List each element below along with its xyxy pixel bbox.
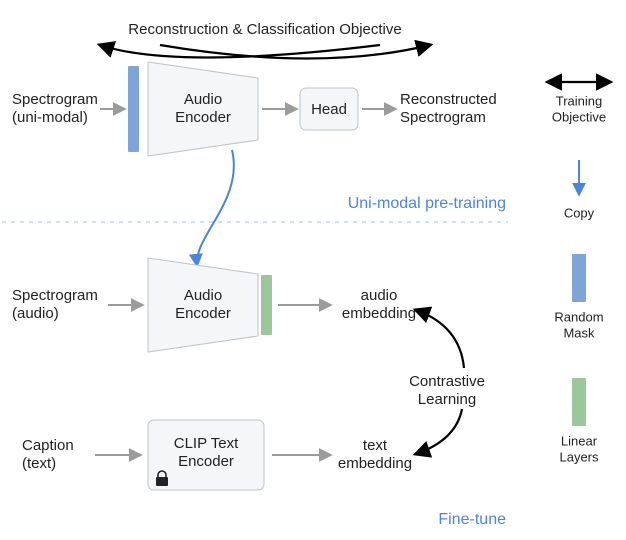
audio-embedding: audio embedding (342, 287, 416, 322)
audio-emb-l1: audio (361, 287, 398, 304)
input-l2: (uni-modal) (12, 109, 88, 126)
input-spectrogram-audio: Spectrogram (audio) (12, 287, 98, 322)
legend-linear-l1: Linear (561, 433, 598, 448)
contrastive-arrow-lower (416, 409, 462, 454)
reconstructed-spectrogram: Reconstructed Spectrogram (400, 91, 497, 126)
audio-enc-l2: Encoder (175, 109, 231, 126)
contrastive-arrow-upper (416, 310, 464, 368)
linear-layers-bar (261, 275, 272, 335)
contrastive-learning-label: Contrastive Learning (409, 373, 485, 408)
objective-title: Reconstruction & Classification Objectiv… (128, 21, 401, 38)
text-emb-l1: text (363, 437, 388, 454)
audio-in-l1: Spectrogram (12, 287, 98, 304)
audio-enc-l1: Audio (184, 91, 222, 108)
clip-text-encoder: CLIP Text Encoder (148, 420, 264, 490)
text-emb-l2: embedding (338, 455, 412, 472)
contrastive-l2: Learning (418, 391, 476, 408)
text-in-l1: Caption (22, 437, 74, 454)
head-label: Head (311, 101, 347, 118)
random-mask-bar (128, 66, 139, 152)
audio-in-l2: (audio) (12, 305, 59, 322)
copy-arrow (197, 150, 234, 265)
input-l1: Spectrogram (12, 91, 98, 108)
recon-l1: Reconstructed (400, 91, 497, 108)
text-embedding: text embedding (338, 437, 412, 472)
audio-encoder-bottom: Audio Encoder (148, 258, 258, 352)
legend-random-mask: Random Mask (554, 254, 603, 340)
input-caption-text: Caption (text) (22, 437, 74, 472)
clip-l1: CLIP Text (174, 435, 239, 452)
input-spectrogram-unimodal: Spectrogram (uni-modal) (12, 91, 98, 126)
audio-enc2-l1: Audio (184, 287, 222, 304)
legend-copy: Copy (564, 160, 595, 220)
legend-training-l1: Training (556, 93, 602, 108)
clip-l2: Encoder (178, 453, 234, 470)
audio-emb-l2: embedding (342, 305, 416, 322)
head-box: Head (300, 88, 358, 130)
recon-l2: Spectrogram (400, 109, 486, 126)
legend-linear-l2: Layers (559, 449, 599, 464)
contrastive-l1: Contrastive (409, 373, 485, 390)
legend-linear-layers: Linear Layers (559, 378, 599, 464)
legend-copy-label: Copy (564, 205, 595, 220)
legend-mask-l1: Random (554, 309, 603, 324)
legend-training-objective: Training Objective (548, 82, 610, 124)
legend-training-l2: Objective (552, 109, 606, 124)
legend-mask-l2: Mask (563, 325, 595, 340)
stage-unimodal: Uni-modal pre-training (348, 195, 506, 212)
stage-finetune: Fine-tune (438, 511, 506, 528)
audio-enc2-l2: Encoder (175, 305, 231, 322)
audio-encoder-top: Audio Encoder (148, 62, 258, 156)
text-in-l2: (text) (22, 455, 56, 472)
